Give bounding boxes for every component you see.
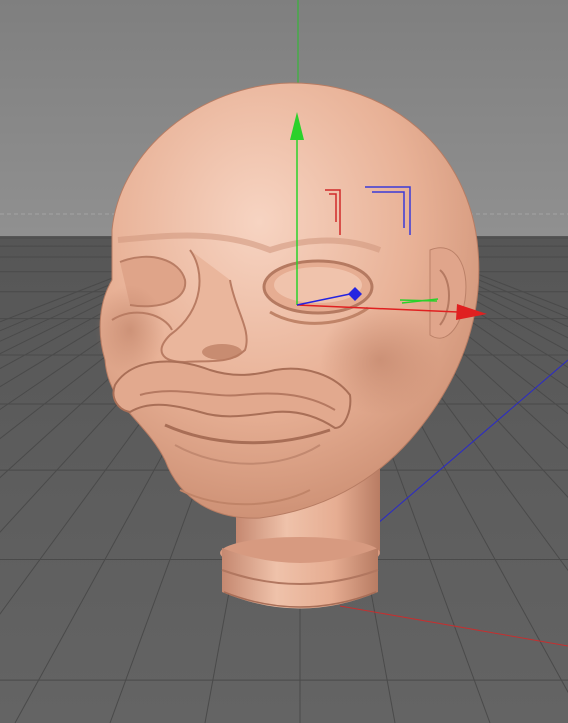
viewport-canvas[interactable] (0, 0, 568, 723)
3d-viewport[interactable] (0, 0, 568, 723)
